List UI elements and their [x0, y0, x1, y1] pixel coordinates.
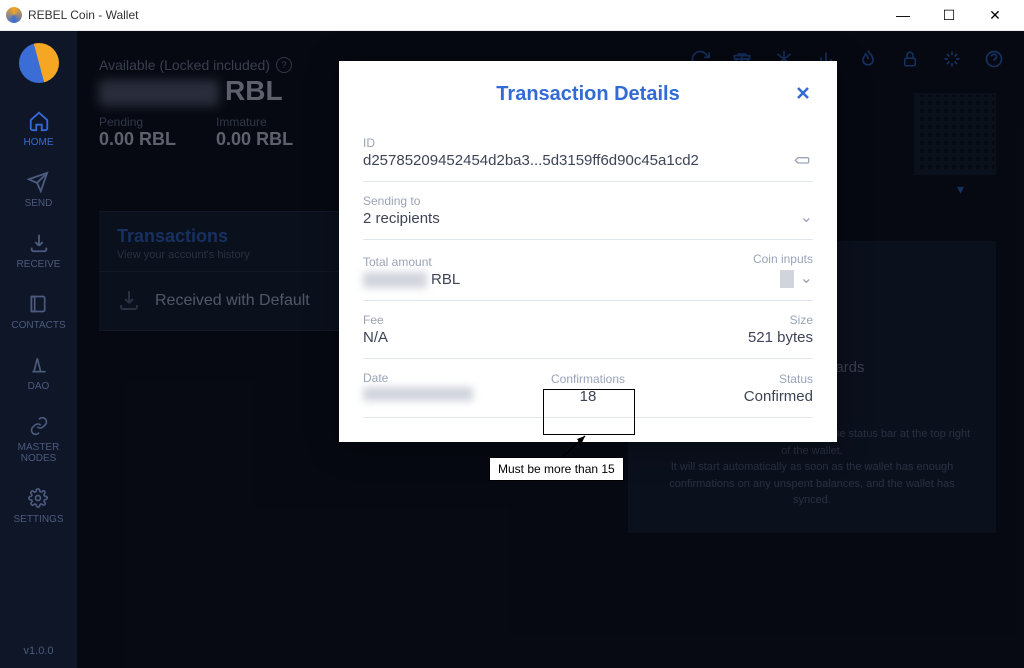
send-icon [26, 170, 50, 194]
nav-settings[interactable]: SETTINGS [13, 486, 63, 525]
modal-title: Transaction Details [496, 83, 679, 106]
link-icon [27, 414, 51, 438]
window-titlebar: REBEL Coin - Wallet — ☐ ✕ [0, 0, 1024, 31]
nav-dao[interactable]: DAO [27, 353, 51, 392]
annotation-text: Must be more than 15 [489, 457, 624, 481]
confirmations-label: Confirmations [551, 372, 625, 386]
tag-icon[interactable] [791, 155, 813, 169]
nav-label: RECEIVE [17, 259, 61, 270]
nav-contacts[interactable]: CONTACTS [11, 292, 65, 331]
nav-label: SETTINGS [13, 514, 63, 525]
nav-label: CONTACTS [11, 320, 65, 331]
minimize-button[interactable]: — [880, 0, 926, 30]
fee-label: Fee [363, 313, 732, 327]
fee-value: N/A [363, 329, 732, 346]
app-logo-small [6, 7, 22, 23]
receive-icon [27, 231, 51, 255]
id-label: ID [363, 136, 775, 150]
status-value: Confirmed [744, 388, 813, 405]
close-button[interactable]: ✕ [972, 0, 1018, 30]
sending-to-value: 2 recipients [363, 210, 784, 227]
window-title: REBEL Coin - Wallet [28, 8, 138, 22]
size-value: 521 bytes [748, 329, 813, 346]
app-logo [19, 43, 59, 83]
sidebar: HOME SEND RECEIVE CONTACTS DAO MASTER NO… [0, 31, 77, 668]
chevron-down-icon[interactable]: ⌄ [800, 207, 813, 227]
size-label: Size [790, 313, 813, 327]
nav-label: MASTER NODES [0, 442, 77, 464]
version-label: v1.0.0 [24, 645, 54, 657]
chevron-down-icon[interactable]: ⌄ [800, 270, 813, 287]
date-hidden [363, 387, 473, 401]
nav-label: HOME [24, 137, 54, 148]
nav-masternodes[interactable]: MASTER NODES [0, 414, 77, 464]
close-icon[interactable] [793, 83, 813, 103]
transaction-details-modal: Transaction Details ID d25785209452454d2… [339, 61, 837, 442]
coin-inputs-label: Coin inputs [753, 252, 813, 266]
gear-icon [26, 486, 50, 510]
nav-send[interactable]: SEND [25, 170, 53, 209]
date-label: Date [363, 371, 535, 385]
nav-home[interactable]: HOME [24, 109, 54, 148]
maximize-button[interactable]: ☐ [926, 0, 972, 30]
nav-label: DAO [28, 381, 50, 392]
nav-receive[interactable]: RECEIVE [17, 231, 61, 270]
amount-hidden [363, 272, 427, 288]
contacts-icon [26, 292, 50, 316]
sending-to-label: Sending to [363, 194, 784, 208]
dao-icon [27, 353, 51, 377]
nav-label: SEND [25, 198, 53, 209]
amount-ticker: RBL [431, 271, 460, 288]
home-icon [27, 109, 51, 133]
id-value: d25785209452454d2ba3...5d3159ff6d90c45a1… [363, 152, 775, 169]
status-label: Status [779, 372, 813, 386]
total-amount-label: Total amount [363, 255, 737, 269]
coin-inputs-indicator [780, 270, 794, 288]
annotation-box [543, 389, 635, 435]
